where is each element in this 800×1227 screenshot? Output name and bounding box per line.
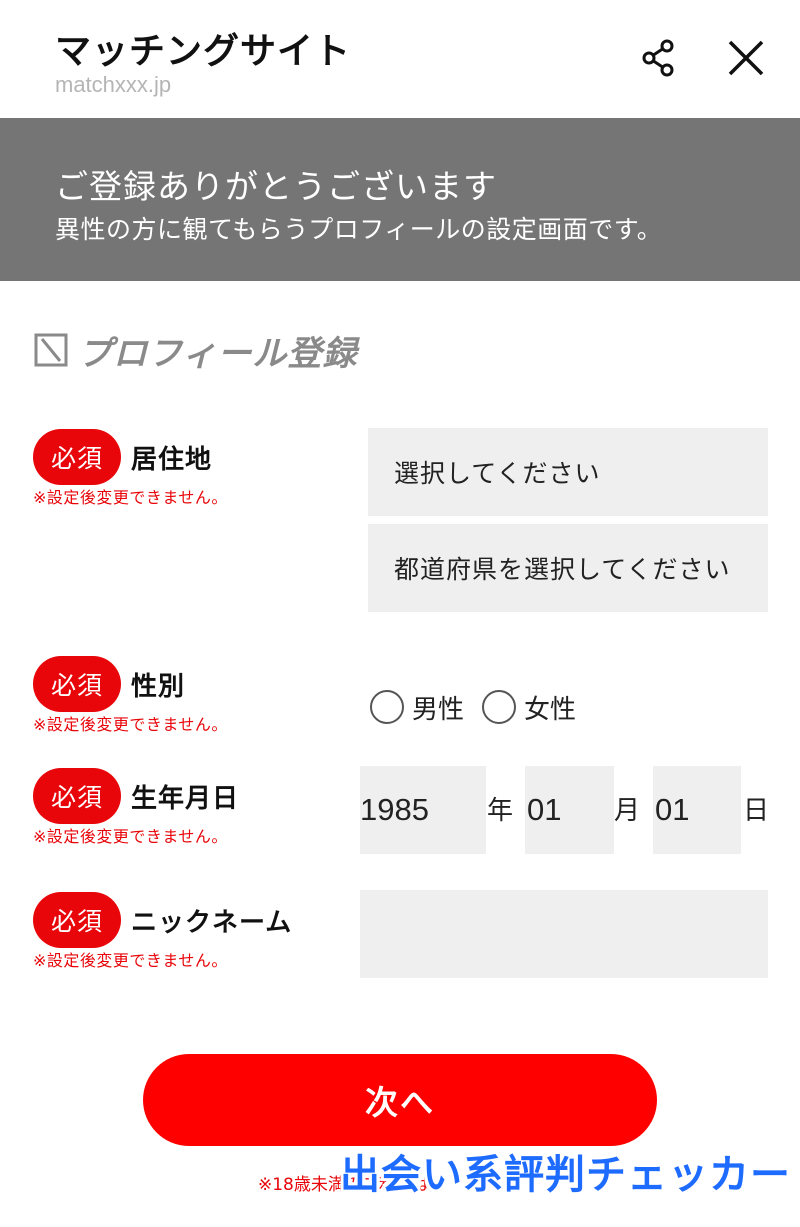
birth-month-value: 01: [527, 792, 562, 827]
radio-label-female: 女性: [524, 694, 577, 725]
nickname-label-group: 必須 ニックネーム ※設定後変更できません。: [33, 891, 292, 971]
close-button[interactable]: [724, 36, 768, 80]
close-icon: [728, 40, 764, 76]
watermark-logo: 出会い系評判チェッカー: [340, 1152, 791, 1198]
site-url: matchxxx.jp: [55, 72, 172, 97]
required-badge: 必須: [33, 656, 121, 712]
month-unit: 月: [614, 796, 641, 826]
birthday-label-group: 必須 生年月日 ※設定後変更できません。: [33, 767, 239, 847]
banner-title: ご登録ありがとうございます: [55, 167, 497, 206]
nickname-input[interactable]: [360, 890, 768, 978]
birthday-note: ※設定後変更できません。: [33, 827, 228, 846]
gender-label: 性別: [131, 671, 186, 702]
year-unit: 年: [487, 796, 514, 826]
residence-note: ※設定後変更できません。: [33, 488, 228, 507]
welcome-banner: ご登録ありがとうございます 異性の方に観てもらうプロフィールの設定画面です。: [0, 118, 800, 281]
required-badge: 必須: [33, 429, 121, 485]
checkbox-cross-icon: [34, 333, 68, 367]
app-header: マッチングサイト matchxxx.jp: [0, 0, 800, 118]
birthday-label: 生年月日: [131, 783, 240, 814]
section-title: プロフィール登録: [78, 333, 358, 374]
residence-label: 居住地: [131, 444, 213, 475]
day-unit: 日: [743, 796, 770, 826]
nickname-note: ※設定後変更できません。: [33, 951, 228, 970]
gender-radio-group: 男性 女性: [370, 682, 594, 732]
gender-radio-male[interactable]: 男性: [370, 689, 464, 726]
residence-prefecture-select[interactable]: 都道府県を選択してください: [368, 524, 768, 612]
gender-note: ※設定後変更できません。: [33, 715, 228, 734]
share-button[interactable]: [636, 36, 680, 80]
birth-month-select[interactable]: 01: [525, 766, 614, 854]
gender-radio-female[interactable]: 女性: [482, 689, 576, 726]
banner-subtitle: 異性の方に観てもらうプロフィールの設定画面です。: [55, 215, 663, 244]
radio-label-male: 男性: [412, 694, 465, 725]
residence-region-select[interactable]: 選択してください: [368, 428, 768, 516]
radio-circle[interactable]: [482, 690, 517, 724]
share-icon: [642, 39, 674, 77]
birth-day-select[interactable]: 01: [653, 766, 741, 854]
section-heading: プロフィール登録: [34, 325, 357, 375]
required-badge: 必須: [33, 768, 121, 824]
next-button[interactable]: 次へ: [143, 1054, 657, 1146]
birth-day-value: 01: [655, 792, 690, 827]
radio-circle[interactable]: [370, 690, 404, 724]
residence-label-group: 必須 居住地 ※設定後変更できません。: [33, 428, 228, 508]
required-badge: 必須: [33, 892, 121, 948]
birth-year-value: 1985: [360, 792, 429, 827]
site-title: マッチングサイト: [55, 31, 352, 72]
gender-label-group: 必須 性別 ※設定後変更できません。: [33, 655, 228, 735]
birth-year-select[interactable]: 1985: [360, 766, 486, 854]
nickname-label: ニックネーム: [131, 907, 293, 938]
